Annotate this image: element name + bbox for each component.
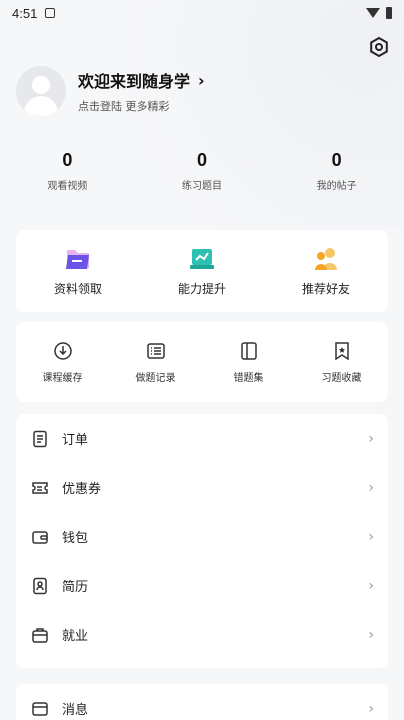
job-icon bbox=[30, 625, 50, 645]
feature-ability[interactable]: 能力提升 bbox=[140, 246, 264, 297]
stat-value: 0 bbox=[62, 150, 73, 170]
menu-label: 就业 bbox=[62, 629, 89, 644]
friends-icon bbox=[315, 247, 337, 270]
tool-label: 习题收藏 bbox=[321, 372, 362, 384]
chevron-right-icon: › bbox=[368, 479, 374, 496]
book-icon bbox=[240, 341, 257, 360]
tool-label: 课程缓存 bbox=[42, 372, 83, 384]
chevron-right-icon: › bbox=[368, 430, 374, 447]
tool-label: 错题集 bbox=[233, 372, 264, 384]
feature-label: 能力提升 bbox=[177, 281, 226, 296]
profile-header[interactable]: 欢迎来到随身学 › 点击登陆 更多精彩 bbox=[16, 66, 205, 116]
chevron-right-icon: › bbox=[368, 700, 374, 717]
notification-icon bbox=[45, 8, 56, 18]
profile-subtitle[interactable]: 点击登陆 更多精彩 bbox=[78, 98, 205, 114]
status-time: 4:51 bbox=[12, 5, 38, 21]
wifi-icon bbox=[366, 8, 380, 18]
record-icon bbox=[146, 342, 165, 359]
stat-practice-questions[interactable]: 0 练习题目 bbox=[135, 150, 270, 192]
chart-icon bbox=[190, 248, 214, 269]
menu-label: 优惠券 bbox=[62, 482, 102, 497]
stat-label: 练习题目 bbox=[182, 181, 222, 192]
settings-button[interactable] bbox=[368, 36, 390, 58]
chevron-right-icon: › bbox=[368, 577, 374, 594]
tool-course-cache[interactable]: 课程缓存 bbox=[16, 341, 109, 384]
tools-card: 课程缓存 做题记录 错题集 习题收藏 bbox=[16, 322, 388, 402]
menu-label: 简历 bbox=[62, 580, 89, 595]
menu-item-order[interactable]: 订单 › bbox=[16, 414, 388, 463]
avatar[interactable] bbox=[16, 66, 66, 116]
battery-icon bbox=[386, 7, 392, 19]
features-card: 资料领取 能力提升 推荐好友 bbox=[16, 230, 388, 312]
tool-wrong-questions[interactable]: 错题集 bbox=[202, 341, 295, 384]
stat-label: 我的帖子 bbox=[316, 181, 357, 192]
stat-value: 0 bbox=[197, 150, 208, 170]
download-icon bbox=[53, 341, 72, 360]
feature-label: 资料领取 bbox=[53, 281, 102, 296]
profile-title: 欢迎来到随身学 bbox=[78, 72, 191, 91]
resume-icon bbox=[30, 576, 50, 596]
chevron-right-icon: › bbox=[198, 70, 205, 90]
message-card: 消息 › bbox=[16, 684, 388, 720]
menu-item-message[interactable]: 消息 › bbox=[16, 684, 388, 720]
status-icons bbox=[366, 7, 392, 19]
menu-item-resume[interactable]: 简历 › bbox=[16, 561, 388, 610]
stat-label: 观看视频 bbox=[47, 181, 88, 192]
menu-item-wallet[interactable]: 钱包 › bbox=[16, 512, 388, 561]
tool-favorites[interactable]: 习题收藏 bbox=[295, 341, 388, 384]
menu-card: 订单 › 优惠券 › 钱包 › 简历 › 就业 › bbox=[16, 414, 388, 668]
menu-label: 钱包 bbox=[62, 531, 89, 546]
stat-watched-videos[interactable]: 0 观看视频 bbox=[0, 150, 135, 192]
menu-item-job[interactable]: 就业 › bbox=[16, 610, 388, 659]
feature-invite[interactable]: 推荐好友 bbox=[264, 246, 388, 297]
feature-label: 推荐好友 bbox=[301, 281, 350, 296]
chevron-right-icon: › bbox=[368, 528, 374, 545]
order-icon bbox=[30, 429, 50, 449]
stat-value: 0 bbox=[331, 150, 342, 170]
message-icon bbox=[30, 699, 50, 719]
status-bar: 4:51 bbox=[0, 0, 404, 26]
tool-label: 做题记录 bbox=[135, 372, 176, 384]
chevron-right-icon: › bbox=[368, 626, 374, 643]
stat-my-posts[interactable]: 0 我的帖子 bbox=[269, 150, 404, 192]
gear-icon bbox=[370, 36, 388, 58]
menu-label: 订单 bbox=[62, 433, 89, 448]
coupon-icon bbox=[30, 478, 50, 498]
feature-materials[interactable]: 资料领取 bbox=[16, 246, 140, 297]
bookmark-icon bbox=[334, 341, 349, 360]
menu-item-coupon[interactable]: 优惠券 › bbox=[16, 463, 388, 512]
wallet-icon bbox=[30, 527, 50, 547]
folder-icon bbox=[66, 249, 89, 269]
profile-title-row[interactable]: 欢迎来到随身学 › bbox=[78, 68, 205, 92]
menu-label: 消息 bbox=[62, 703, 89, 718]
stats-row: 0 观看视频 0 练习题目 0 我的帖子 bbox=[0, 150, 404, 192]
tool-practice-record[interactable]: 做题记录 bbox=[109, 341, 202, 384]
